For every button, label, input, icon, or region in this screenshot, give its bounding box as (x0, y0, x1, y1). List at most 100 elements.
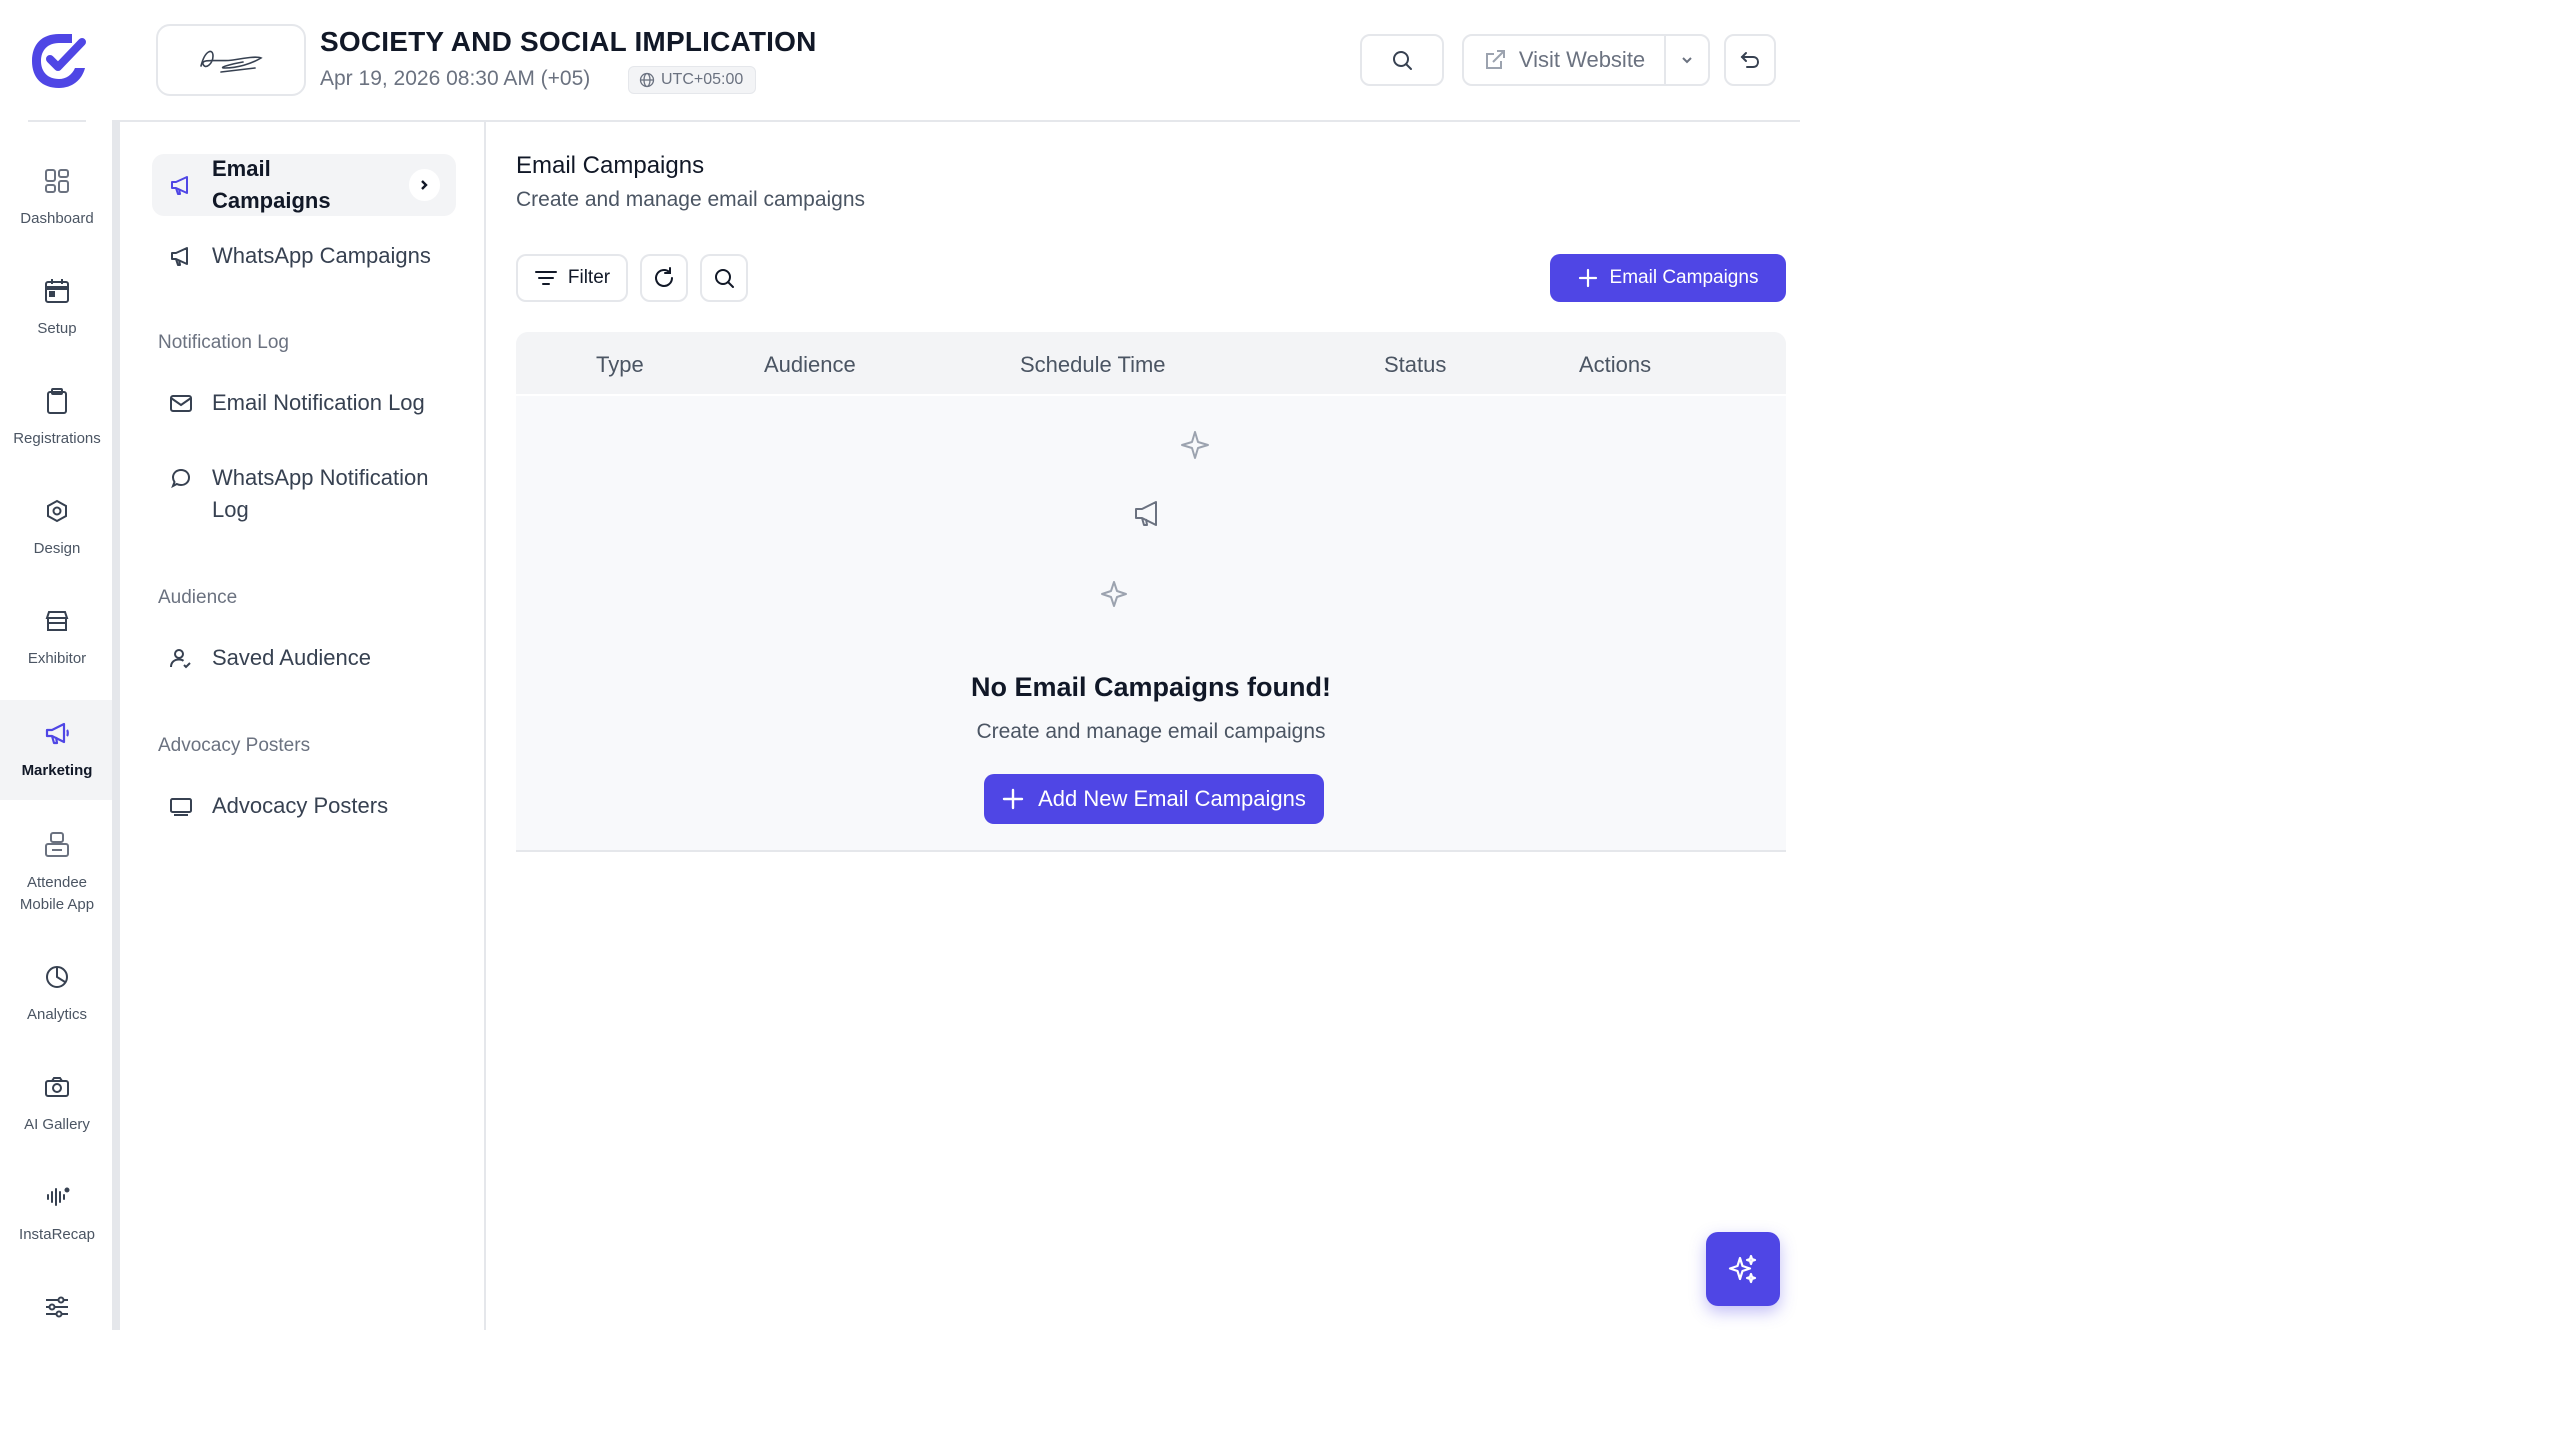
rail-item-instarecap[interactable]: InstaRecap (0, 1164, 114, 1264)
rail-item-label: Marketing (21, 762, 93, 779)
event-logo (156, 24, 306, 96)
calendar-icon (45, 279, 69, 303)
filter-button[interactable]: Filter (516, 254, 628, 302)
rail-item-label: Dashboard (20, 210, 94, 227)
rail-item-label: Exhibitor (27, 650, 87, 667)
app-root: Dashboard Setup Registrations Design Exh… (0, 0, 1800, 1330)
filter-label: Filter (567, 267, 611, 288)
store-icon (45, 611, 69, 631)
waveform-icon (47, 1187, 70, 1206)
campaigns-table: Type Audience Schedule Time Status Actio… (516, 332, 1786, 852)
sparkle-icon (1101, 581, 1127, 607)
add-email-campaign-button[interactable]: Email Campaigns (1550, 254, 1786, 302)
pie-chart-icon (46, 966, 68, 988)
megaphone-icon (1135, 501, 1157, 526)
subnav-item-email-campaigns[interactable]: Email Campaigns (152, 154, 456, 216)
event-title: SOCIETY AND SOCIAL IMPLICATION (320, 26, 817, 57)
rail-item-analytics[interactable]: Analytics (0, 944, 114, 1044)
add-new-email-campaign-label: Add New Email Campaigns (1038, 786, 1306, 811)
monitor-icon (170, 798, 192, 816)
plus-icon (1578, 268, 1597, 288)
undo-icon (1740, 52, 1760, 68)
rail-item-settings[interactable] (0, 1274, 114, 1330)
mobile-app-icon (45, 832, 69, 857)
timezone-badge: UTC+05:00 (628, 66, 757, 94)
header-search-button[interactable] (1360, 34, 1444, 86)
rail-item-label: Registrations (13, 430, 101, 447)
page-title: Email Campaigns (516, 152, 705, 179)
rail-scrollbar[interactable] (112, 120, 120, 1330)
rail-item-design[interactable]: Design (0, 478, 114, 578)
visit-website-label: Visit Website (1518, 47, 1646, 72)
external-link-icon (1485, 50, 1505, 69)
subnav-item-label: Email Campaigns (212, 156, 331, 213)
rail-item-setup[interactable]: Setup (0, 258, 114, 358)
rail-item-marketing[interactable]: Marketing (0, 700, 114, 800)
settings-hex-icon (47, 499, 67, 523)
globe-icon (639, 72, 655, 88)
empty-state-subtitle: Create and manage email campaigns (976, 720, 1326, 743)
chevron-down-icon (1682, 57, 1692, 64)
top-header: SOCIETY AND SOCIAL IMPLICATION Apr 19, 2… (120, 0, 1800, 122)
rail-item-exhibitor[interactable]: Exhibitor (0, 588, 114, 688)
search-icon (715, 269, 734, 288)
add-email-campaign-label: Email Campaigns (1609, 267, 1759, 288)
section-heading-notification-log: Notification Log (158, 332, 289, 353)
page-subtitle: Create and manage email campaigns (516, 188, 866, 211)
camera-icon (45, 1077, 69, 1097)
ai-assistant-button[interactable] (1706, 1232, 1780, 1306)
visit-website-dropdown[interactable] (1664, 34, 1710, 86)
table-search-button[interactable] (700, 254, 748, 302)
marketing-subnav: Email Campaigns WhatsApp Campaigns Notif… (120, 122, 486, 1330)
rail-divider (28, 120, 86, 122)
rail-item-label: AI Gallery (24, 1116, 90, 1133)
subnav-item-label: Email Notification Log (212, 390, 425, 415)
subnav-item-advocacy-posters[interactable]: Advocacy Posters (152, 790, 456, 822)
add-new-email-campaign-button[interactable]: Add New Email Campaigns (984, 774, 1324, 824)
rail-item-label: InstaRecap (19, 1226, 95, 1243)
chevron-right-icon (408, 169, 440, 201)
grid-icon (45, 169, 69, 193)
subnav-item-label: WhatsApp Notification Log (212, 465, 429, 522)
subnav-item-saved-audience[interactable]: Saved Audience (152, 642, 456, 674)
visit-website-button[interactable]: Visit Website (1462, 34, 1666, 86)
rail-item-label: Attendee Mobile App (19, 874, 95, 913)
rail-item-attendee-mobile-app[interactable]: Attendee Mobile App (0, 812, 114, 932)
undo-button[interactable] (1724, 34, 1776, 86)
mail-icon (170, 395, 192, 412)
section-heading-advocacy-posters: Advocacy Posters (158, 735, 311, 756)
user-icon (170, 649, 191, 669)
rail-item-label: Analytics (26, 1006, 88, 1023)
rail-item-label: Setup (37, 320, 77, 337)
search-icon (1393, 51, 1412, 70)
subnav-item-label: WhatsApp Campaigns (212, 243, 431, 268)
event-date: Apr 19, 2026 08:30 AM (+05) (320, 67, 591, 90)
refresh-icon (655, 267, 673, 287)
subnav-item-label: Advocacy Posters (212, 793, 389, 818)
sparkles-icon (1728, 1254, 1757, 1284)
empty-state-title: No Email Campaigns found! (970, 672, 1332, 702)
rail-item-registrations[interactable]: Registrations (0, 368, 114, 468)
rail-item-ai-gallery[interactable]: AI Gallery (0, 1054, 114, 1154)
section-heading-audience: Audience (158, 587, 238, 608)
app-logo[interactable] (28, 30, 90, 92)
timezone-label: UTC+05:00 (661, 71, 744, 88)
plus-icon (1002, 788, 1024, 810)
megaphone-icon (45, 722, 69, 745)
sparkle-icon (1181, 431, 1209, 459)
filter-lines-icon (534, 271, 557, 285)
message-circle-icon (171, 468, 191, 489)
main-content: Email Campaigns Create and manage email … (488, 122, 1800, 1330)
icon-rail: Dashboard Setup Registrations Design Exh… (0, 0, 120, 1330)
refresh-button[interactable] (640, 254, 688, 302)
rail-item-dashboard[interactable]: Dashboard (0, 148, 114, 248)
subnav-item-whatsapp-campaigns[interactable]: WhatsApp Campaigns (152, 240, 456, 272)
megaphone-icon (171, 247, 188, 266)
sliders-icon (46, 1296, 68, 1318)
megaphone-icon (171, 176, 188, 195)
rail-item-label: Design (33, 540, 81, 557)
subnav-item-email-notification-log[interactable]: Email Notification Log (152, 387, 456, 419)
subnav-item-whatsapp-notification-log[interactable]: WhatsApp Notification Log (152, 462, 456, 526)
clipboard-icon (47, 388, 67, 414)
subnav-item-label: Saved Audience (212, 645, 372, 670)
